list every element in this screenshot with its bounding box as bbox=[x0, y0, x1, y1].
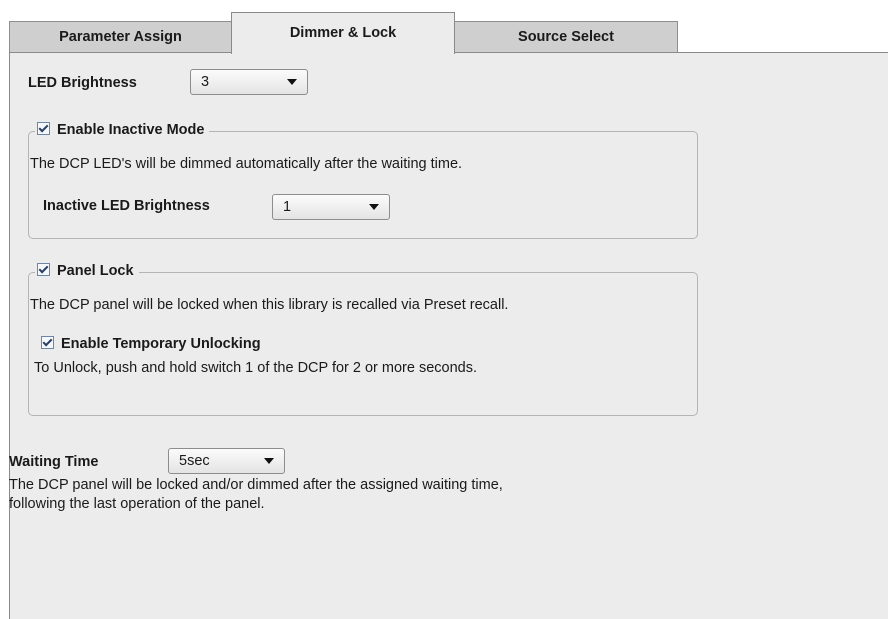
inactive-led-brightness-select[interactable]: 1 bbox=[272, 194, 390, 220]
tab-source-select[interactable]: Source Select bbox=[454, 21, 678, 53]
temporary-unlocking-checkbox[interactable] bbox=[41, 336, 54, 349]
waiting-time-label: Waiting Time bbox=[9, 454, 99, 470]
waiting-time-description-line2: following the last operation of the pane… bbox=[9, 496, 265, 512]
inactive-mode-description: The DCP LED's will be dimmed automatical… bbox=[30, 156, 463, 172]
temporary-unlocking-row[interactable]: Enable Temporary Unlocking bbox=[41, 336, 261, 352]
panel-lock-checkbox[interactable] bbox=[37, 263, 50, 276]
panel-lock-legend[interactable]: Panel Lock bbox=[35, 262, 139, 280]
inactive-led-brightness-label: Inactive LED Brightness bbox=[43, 198, 210, 214]
panel-lock-group: Panel Lock The DCP panel will be locked … bbox=[28, 262, 698, 416]
led-brightness-label: LED Brightness bbox=[28, 75, 137, 91]
tab-parameter-assign[interactable]: Parameter Assign bbox=[9, 21, 232, 53]
dimmer-lock-panel: LED Brightness 3 Enable Inactive Mode Th… bbox=[9, 52, 888, 619]
waiting-time-select[interactable]: 5sec bbox=[168, 448, 285, 474]
tab-bar: Parameter Assign Dimmer & Lock Source Se… bbox=[0, 0, 888, 54]
inactive-mode-checkbox[interactable] bbox=[37, 122, 50, 135]
waiting-time-value: 5sec bbox=[179, 453, 210, 469]
chevron-down-icon bbox=[369, 204, 379, 210]
waiting-time-description-line1: The DCP panel will be locked and/or dimm… bbox=[9, 477, 503, 493]
tab-dimmer-lock[interactable]: Dimmer & Lock bbox=[231, 12, 455, 54]
inactive-mode-label: Enable Inactive Mode bbox=[57, 122, 205, 138]
inactive-mode-group: Enable Inactive Mode The DCP LED's will … bbox=[28, 121, 698, 239]
chevron-down-icon bbox=[264, 458, 274, 464]
chevron-down-icon bbox=[287, 79, 297, 85]
led-brightness-select[interactable]: 3 bbox=[190, 69, 308, 95]
temporary-unlocking-label: Enable Temporary Unlocking bbox=[61, 336, 261, 352]
temporary-unlocking-description: To Unlock, push and hold switch 1 of the… bbox=[34, 360, 478, 376]
inactive-mode-legend[interactable]: Enable Inactive Mode bbox=[35, 121, 210, 139]
inactive-led-brightness-value: 1 bbox=[283, 199, 292, 215]
panel-lock-description: The DCP panel will be locked when this l… bbox=[30, 297, 509, 313]
panel-lock-label: Panel Lock bbox=[57, 263, 134, 279]
led-brightness-value: 3 bbox=[201, 74, 210, 90]
